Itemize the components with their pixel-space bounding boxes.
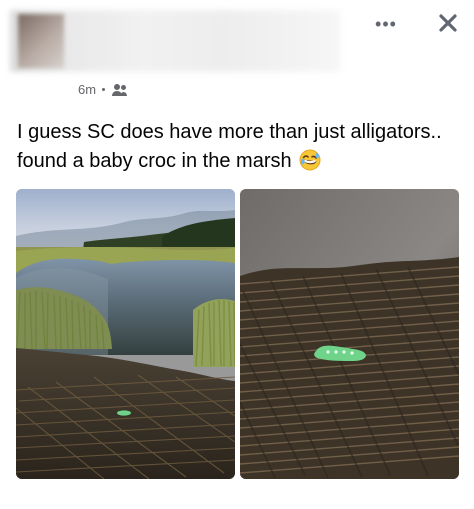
post-text-line-2: found a baby croc in the marsh (17, 150, 292, 172)
marsh-scene (16, 189, 235, 479)
more-icon: ••• (375, 13, 397, 34)
avatar[interactable] (18, 14, 64, 68)
marsh-photo[interactable] (16, 189, 235, 479)
friends-icon (112, 83, 128, 96)
post-text: I guess SC does have more than just alli… (17, 118, 463, 176)
post-meta: 6m (78, 82, 129, 97)
timestamp[interactable]: 6m (78, 82, 96, 97)
croc-closeup-scene (240, 189, 459, 479)
post-text-line-1: I guess SC does have more than just alli… (17, 121, 442, 143)
separator-dot (102, 88, 106, 91)
close-button[interactable] (433, 8, 463, 38)
post-header: 6m ••• (0, 0, 474, 110)
croc-closeup-photo[interactable] (240, 189, 459, 479)
rolling-on-floor-laughing-emoji (299, 149, 321, 171)
close-icon (439, 14, 457, 32)
more-options-button[interactable]: ••• (369, 12, 403, 36)
